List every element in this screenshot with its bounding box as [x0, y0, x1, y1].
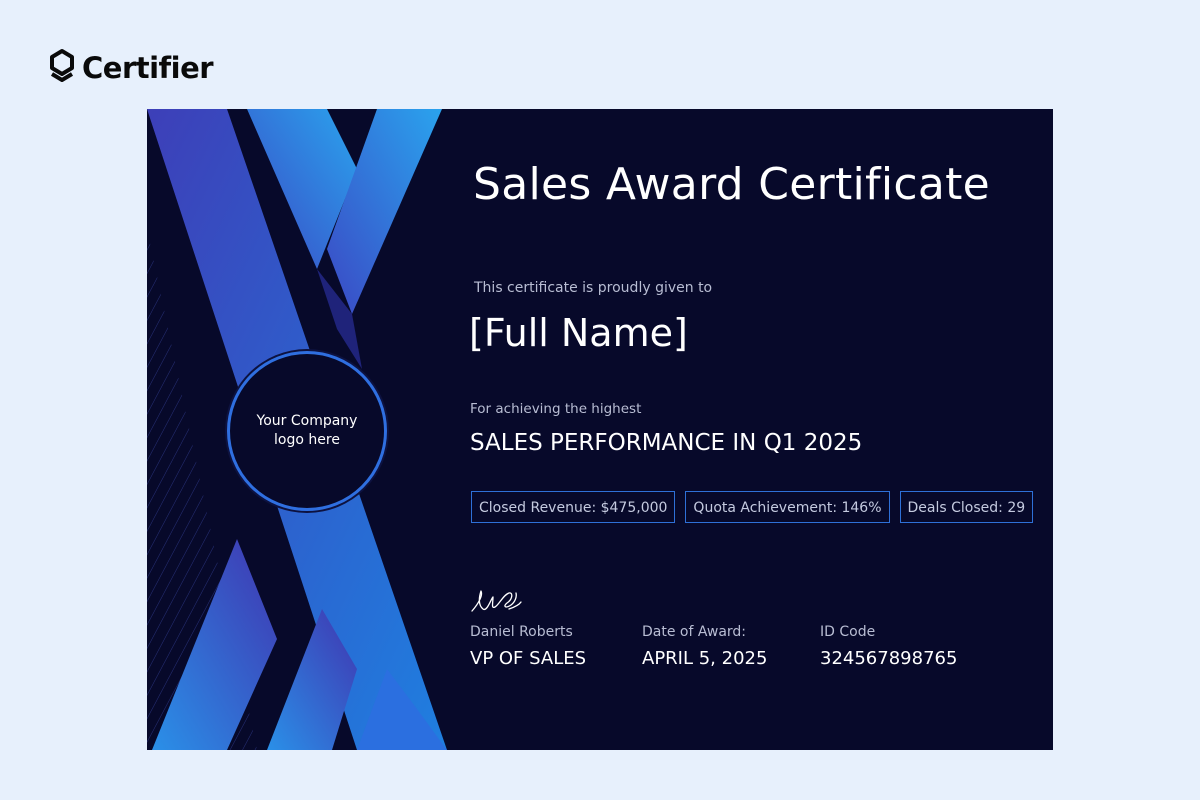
- company-logo-placeholder[interactable]: Your Company logo here: [227, 351, 387, 511]
- signer-role: VP OF SALES: [470, 648, 587, 669]
- date-value: APRIL 5, 2025: [642, 648, 768, 669]
- stats-row: Closed Revenue: $475,000 Quota Achieveme…: [471, 491, 1034, 523]
- stat-quota-achievement: Quota Achievement: 146%: [685, 491, 890, 523]
- signer-name: Daniel Roberts: [470, 624, 573, 640]
- id-block: ID Code 324567898765: [820, 624, 957, 669]
- logo-placeholder-text: Your Company logo here: [256, 413, 358, 448]
- stat-closed-revenue: Closed Revenue: $475,000: [471, 491, 676, 523]
- date-block: Date of Award: APRIL 5, 2025: [642, 624, 767, 669]
- certificate: Your Company logo here Sales Award Certi…: [147, 109, 1053, 750]
- id-value: 324567898765: [820, 648, 958, 669]
- certificate-title: Sales Award Certificate: [473, 159, 991, 210]
- stat-deals-closed: Deals Closed: 29: [899, 491, 1034, 523]
- date-label: Date of Award:: [642, 624, 747, 640]
- achievement-headline: SALES PERFORMANCE IN Q1 2025: [470, 430, 863, 456]
- achievement-intro: For achieving the highest: [470, 401, 642, 417]
- certifier-logo-icon: [50, 49, 74, 82]
- given-to-text: This certificate is proudly given to: [474, 280, 713, 296]
- signer-block: Daniel Roberts VP OF SALES: [470, 624, 586, 669]
- signature-image: [471, 590, 522, 612]
- brand-name: Certifier: [82, 51, 214, 85]
- brand: Certifier: [48, 48, 214, 88]
- id-label: ID Code: [820, 624, 876, 640]
- recipient-name: [Full Name]: [469, 311, 688, 355]
